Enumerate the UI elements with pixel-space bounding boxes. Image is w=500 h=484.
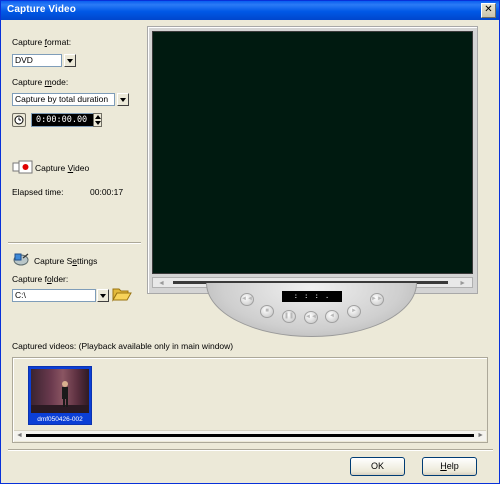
stop-button[interactable]: ■ bbox=[260, 305, 274, 318]
stop-icon: ■ bbox=[265, 308, 269, 314]
capture-folder-input[interactable]: C:\ bbox=[12, 289, 96, 302]
go-to-end-button[interactable]: ►► bbox=[370, 293, 384, 306]
capture-format-select[interactable]: DVD bbox=[12, 54, 62, 67]
title-bar: Capture Video ✕ bbox=[1, 1, 499, 20]
elapsed-time-label: Elapsed time: bbox=[12, 187, 64, 197]
capture-format-dropdown-button[interactable] bbox=[64, 54, 76, 67]
close-icon: ✕ bbox=[484, 4, 493, 15]
next-frame-button[interactable]: ► bbox=[347, 305, 361, 318]
capture-video-dialog: Capture Video ✕ Capture format: DVD Capt… bbox=[0, 0, 500, 484]
bottom-divider bbox=[8, 449, 493, 451]
capture-folder-dropdown-button[interactable] bbox=[97, 289, 109, 302]
scroll-left-icon[interactable]: ◄ bbox=[16, 432, 23, 439]
go-start-icon: ◄◄ bbox=[241, 296, 253, 302]
window-title: Capture Video bbox=[7, 4, 76, 15]
duration-spinner[interactable] bbox=[93, 113, 102, 127]
playback-controls: : : : . ◄◄ ►► ■ ❚❚ ◄◄ ◄ ► bbox=[206, 283, 417, 337]
capture-video-label[interactable]: Capture Video bbox=[35, 163, 89, 173]
capture-settings-label[interactable]: Capture Settings bbox=[34, 256, 97, 266]
duration-clock-button[interactable] bbox=[12, 113, 26, 127]
captured-video-name: dmf050426-002 bbox=[37, 416, 83, 423]
elapsed-time-value: 00:00:17 bbox=[90, 187, 124, 197]
pause-button[interactable]: ❚❚ bbox=[282, 310, 296, 323]
playback-timecode: : : : . bbox=[282, 291, 342, 302]
go-end-icon: ►► bbox=[371, 296, 383, 302]
ok-button[interactable]: OK bbox=[350, 457, 405, 476]
scroll-right-icon[interactable]: ► bbox=[477, 432, 484, 439]
capture-mode-label: Capture mode: bbox=[12, 77, 69, 87]
prev-frame-icon: ◄ bbox=[329, 313, 335, 319]
capture-video-button[interactable] bbox=[12, 158, 34, 176]
presenter-thumbnail-image bbox=[31, 381, 89, 413]
close-button[interactable]: ✕ bbox=[481, 3, 496, 18]
folder-open-icon bbox=[112, 288, 132, 302]
capture-folder-label: Capture folder: bbox=[12, 274, 69, 284]
duration-input[interactable]: 0:00:00.00 bbox=[31, 113, 94, 127]
rewind-icon: ◄◄ bbox=[305, 314, 317, 320]
go-to-start-button[interactable]: ◄◄ bbox=[240, 293, 254, 306]
capture-mode-dropdown-button[interactable] bbox=[117, 93, 129, 106]
camera-record-icon bbox=[12, 160, 33, 174]
captured-video-item[interactable]: dmf050426-002 bbox=[28, 366, 92, 425]
clock-icon bbox=[14, 115, 24, 125]
next-frame-icon: ► bbox=[351, 308, 357, 314]
help-button[interactable]: Help bbox=[422, 457, 477, 476]
scroll-track[interactable] bbox=[26, 434, 474, 437]
browse-folder-button[interactable] bbox=[112, 286, 132, 302]
scrub-left-icon: ◄ bbox=[158, 280, 165, 287]
captured-videos-label: Captured videos: (Playback available onl… bbox=[12, 341, 234, 351]
video-thumbnail bbox=[31, 369, 89, 413]
previous-frame-button[interactable]: ◄ bbox=[325, 310, 339, 323]
capture-settings-button[interactable] bbox=[12, 251, 30, 267]
preview-panel: ◄ ► bbox=[147, 26, 478, 294]
captured-videos-list: dmf050426-002 ◄ ► bbox=[12, 357, 488, 443]
pause-icon: ❚❚ bbox=[283, 313, 295, 319]
settings-icon bbox=[13, 253, 29, 266]
captured-list-scrollbar[interactable]: ◄ ► bbox=[14, 430, 486, 441]
left-divider bbox=[8, 242, 141, 244]
scrub-right-icon: ► bbox=[459, 280, 466, 287]
video-preview-screen bbox=[152, 31, 473, 274]
capture-mode-select[interactable]: Capture by total duration bbox=[12, 93, 115, 106]
rewind-button[interactable]: ◄◄ bbox=[304, 311, 318, 324]
capture-format-label: Capture format: bbox=[12, 37, 72, 47]
